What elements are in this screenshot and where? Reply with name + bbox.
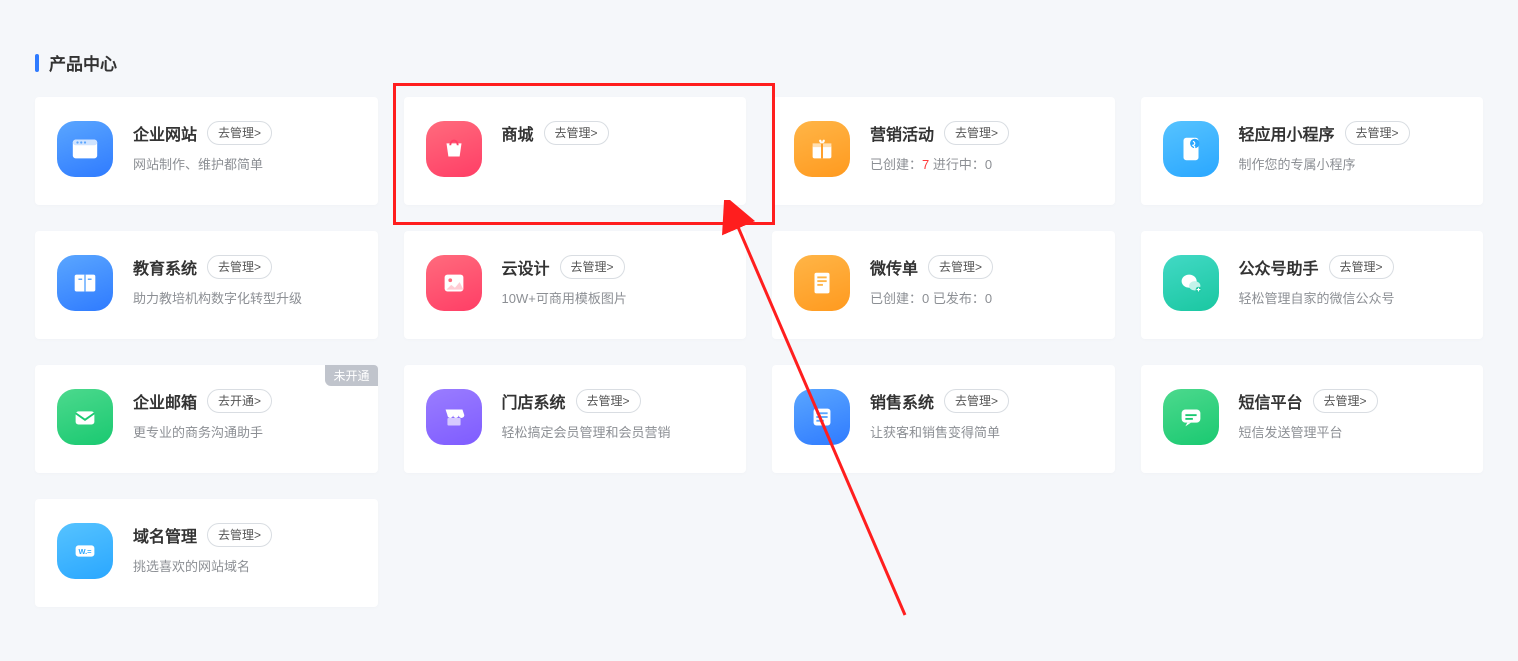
card-subtitle: 让获客和销售变得简单 <box>870 423 1093 443</box>
card-title: 营销活动 <box>870 121 934 145</box>
card-subtitle: 挑选喜欢的网站域名 <box>133 557 356 577</box>
card-store[interactable]: 门店系统 去管理> 轻松搞定会员管理和会员营销 <box>404 365 747 473</box>
section-title-text: 产品中心 <box>49 50 117 75</box>
card-sales[interactable]: 销售系统 去管理> 让获客和销售变得简单 <box>772 365 1115 473</box>
card-education[interactable]: 教育系统 去管理> 助力教培机构数字化转型升级 <box>35 231 378 339</box>
manage-button[interactable]: 去管理> <box>1345 121 1410 145</box>
card-title: 销售系统 <box>870 389 934 413</box>
card-title: 微传单 <box>870 255 918 279</box>
card-marketing[interactable]: 营销活动 去管理> 已创建：7 进行中：0 <box>772 97 1115 205</box>
card-title: 轻应用小程序 <box>1239 121 1335 145</box>
card-subtitle: 网站制作、维护都简单 <box>133 155 356 175</box>
card-title: 域名管理 <box>133 523 197 547</box>
mail-icon <box>57 389 113 445</box>
shopping-bag-icon <box>426 121 482 177</box>
manage-button[interactable]: 去管理> <box>207 255 272 279</box>
card-subtitle: 制作您的专属小程序 <box>1239 155 1462 175</box>
chat-icon <box>1163 389 1219 445</box>
manage-button[interactable]: 去管理> <box>1329 255 1394 279</box>
card-sms[interactable]: 短信平台 去管理> 短信发送管理平台 <box>1141 365 1484 473</box>
card-subtitle: 轻松搞定会员管理和会员营销 <box>502 423 725 443</box>
card-subtitle: 轻松管理自家的微信公众号 <box>1239 289 1462 309</box>
card-subtitle: 已创建：7 进行中：0 <box>870 155 1093 175</box>
card-design[interactable]: 云设计 去管理> 10W+可商用模板图片 <box>404 231 747 339</box>
inactive-badge: 未开通 <box>325 365 377 386</box>
card-domain[interactable]: W.= 域名管理 去管理> 挑选喜欢的网站域名 <box>35 499 378 607</box>
domain-icon: W.= <box>57 523 113 579</box>
card-flyer[interactable]: 微传单 去管理> 已创建：0 已发布：0 <box>772 231 1115 339</box>
list-icon <box>794 389 850 445</box>
manage-button[interactable]: 去管理> <box>544 121 609 145</box>
svg-text:W.=: W.= <box>78 547 92 556</box>
section-title: 产品中心 <box>35 50 1483 75</box>
card-subtitle: 短信发送管理平台 <box>1239 423 1462 443</box>
manage-button[interactable]: 去管理> <box>207 121 272 145</box>
card-subtitle: 助力教培机构数字化转型升级 <box>133 289 356 309</box>
book-icon <box>57 255 113 311</box>
manage-button[interactable]: 去管理> <box>928 255 993 279</box>
card-miniapp[interactable]: 轻应用小程序 去管理> 制作您的专属小程序 <box>1141 97 1484 205</box>
manage-button[interactable]: 去管理> <box>1313 389 1378 413</box>
card-mail[interactable]: 未开通 企业邮箱 去开通> 更专业的商务沟通助手 <box>35 365 378 473</box>
card-wechat-helper[interactable]: 公众号助手 去管理> 轻松管理自家的微信公众号 <box>1141 231 1484 339</box>
store-icon <box>426 389 482 445</box>
card-enterprise-site[interactable]: 企业网站 去管理> 网站制作、维护都简单 <box>35 97 378 205</box>
browser-icon <box>57 121 113 177</box>
image-icon <box>426 255 482 311</box>
card-title: 短信平台 <box>1239 389 1303 413</box>
card-subtitle: 10W+可商用模板图片 <box>502 289 725 309</box>
product-grid: 企业网站 去管理> 网站制作、维护都简单 商城 去管理> <box>35 97 1483 607</box>
card-title: 教育系统 <box>133 255 197 279</box>
card-title: 企业网站 <box>133 121 197 145</box>
card-title: 门店系统 <box>502 389 566 413</box>
card-title: 公众号助手 <box>1239 255 1319 279</box>
manage-button[interactable]: 去管理> <box>944 121 1009 145</box>
card-subtitle: 更专业的商务沟通助手 <box>133 423 356 443</box>
manage-button[interactable]: 去管理> <box>560 255 625 279</box>
activate-button[interactable]: 去开通> <box>207 389 272 413</box>
card-shop[interactable]: 商城 去管理> <box>404 97 747 205</box>
manage-button[interactable]: 去管理> <box>207 523 272 547</box>
card-title: 企业邮箱 <box>133 389 197 413</box>
manage-button[interactable]: 去管理> <box>944 389 1009 413</box>
flyer-icon <box>794 255 850 311</box>
card-title: 商城 <box>502 121 534 145</box>
manage-button[interactable]: 去管理> <box>576 389 641 413</box>
card-subtitle: 已创建：0 已发布：0 <box>870 289 1093 309</box>
gift-icon <box>794 121 850 177</box>
wechat-icon <box>1163 255 1219 311</box>
card-title: 云设计 <box>502 255 550 279</box>
miniapp-icon <box>1163 121 1219 177</box>
